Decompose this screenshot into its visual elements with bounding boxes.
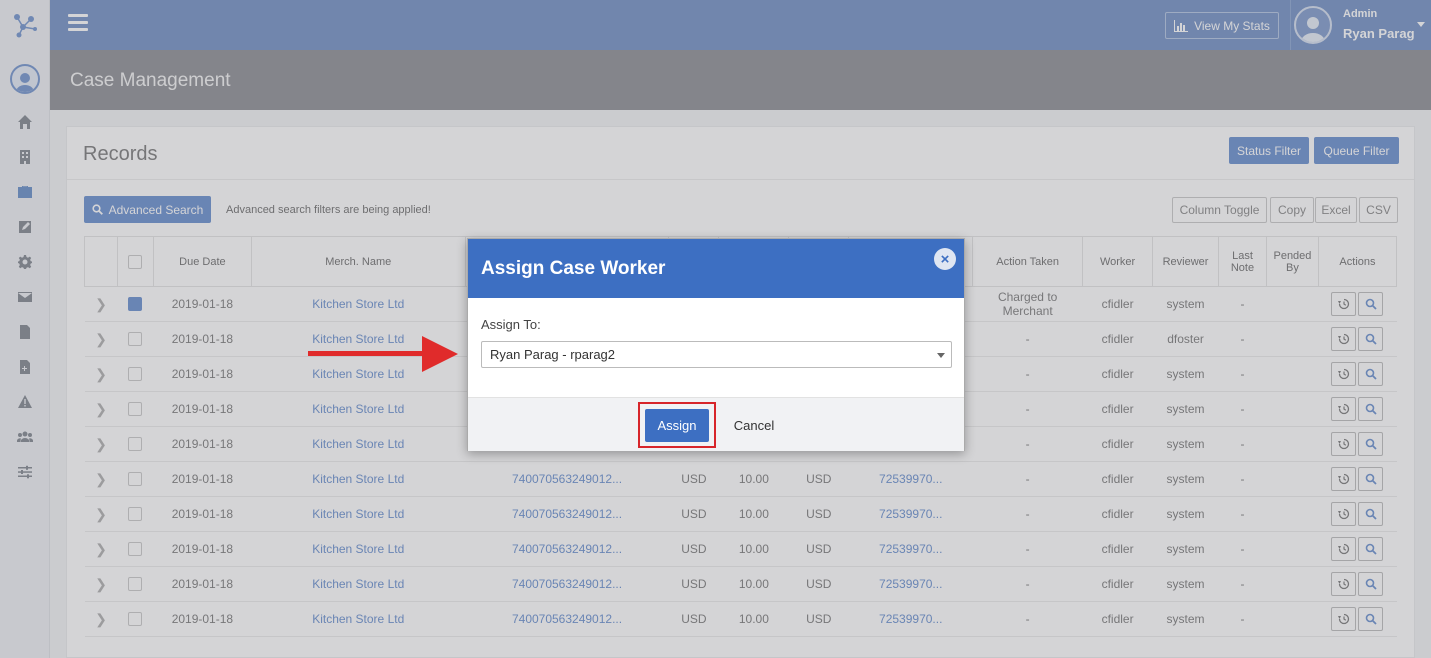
modal-header: Assign Case Worker ×	[468, 239, 964, 298]
chevron-down-icon	[937, 353, 945, 358]
modal-title: Assign Case Worker	[481, 258, 666, 279]
assign-button[interactable]: Assign	[645, 409, 709, 442]
close-icon[interactable]: ×	[934, 248, 956, 270]
modal-footer: Assign Cancel	[468, 397, 964, 451]
cancel-button[interactable]: Cancel	[723, 409, 785, 442]
assign-to-label: Assign To:	[481, 317, 541, 332]
assign-case-worker-modal: Assign Case Worker × Assign To: Ryan Par…	[467, 238, 965, 451]
arrow-annotation-icon	[308, 336, 458, 372]
assign-to-value: Ryan Parag - rparag2	[490, 347, 616, 362]
assign-to-select[interactable]: Ryan Parag - rparag2	[481, 341, 952, 368]
